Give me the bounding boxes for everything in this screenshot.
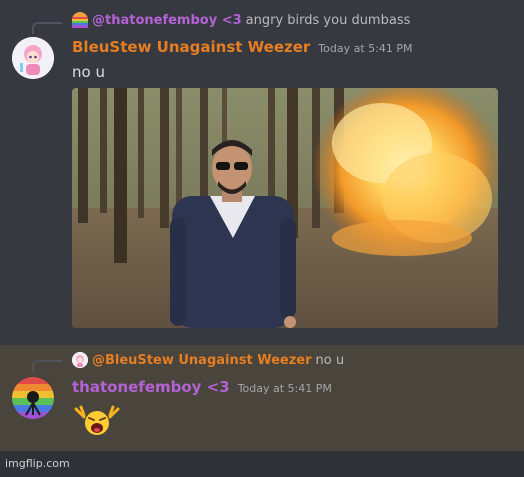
avatar[interactable] <box>12 37 54 79</box>
watermark: imgflip.com <box>5 457 70 470</box>
message-content: no u <box>72 63 105 81</box>
reply-preview[interactable]: @thatonefemboy <3 angry birds you dumbas… <box>72 12 410 28</box>
message-2: @BleuStew Unagainst Weezer no u thatonef… <box>0 345 524 451</box>
footer: imgflip.com <box>0 451 524 477</box>
reply-username[interactable]: @thatonefemboy <3 <box>92 13 242 28</box>
avatar[interactable] <box>12 377 54 419</box>
message-header: BleuStew Unagainst Weezer Today at 5:41 … <box>72 38 412 56</box>
message-header: thatonefemboy <3 Today at 5:41 PM <box>72 378 332 396</box>
reply-text: angry birds you dumbass <box>245 12 411 28</box>
username[interactable]: thatonefemboy <3 <box>72 378 230 396</box>
username[interactable]: BleuStew Unagainst Weezer <box>72 38 310 56</box>
reply-connector <box>32 22 62 34</box>
timestamp: Today at 5:41 PM <box>318 42 413 55</box>
gif-attachment[interactable] <box>72 88 498 328</box>
reply-avatar <box>72 352 88 368</box>
reply-preview[interactable]: @BleuStew Unagainst Weezer no u <box>72 352 344 368</box>
reply-username[interactable]: @BleuStew Unagainst Weezer <box>92 353 312 368</box>
emoji-crying-angry-icon <box>72 405 122 441</box>
timestamp: Today at 5:41 PM <box>237 382 332 395</box>
reply-text: no u <box>315 352 345 368</box>
reply-connector <box>32 360 62 372</box>
message-1: @thatonefemboy <3 angry birds you dumbas… <box>0 0 524 345</box>
reply-avatar <box>72 12 88 28</box>
